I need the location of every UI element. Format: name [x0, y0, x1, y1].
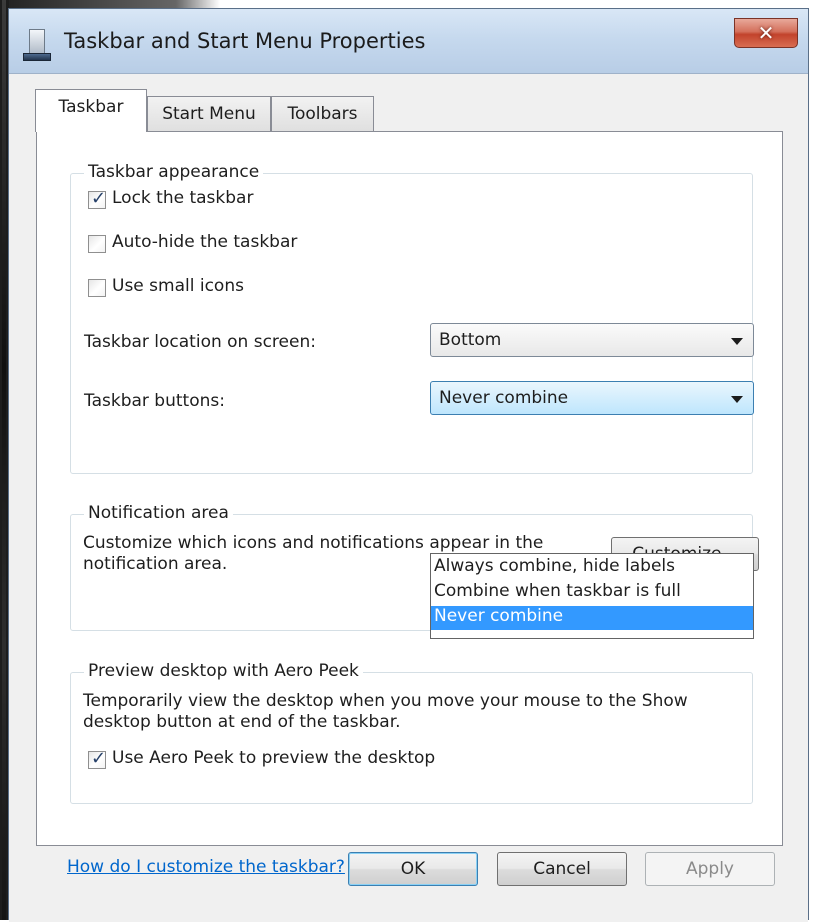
dialog-body: Start Menu Toolbars Taskbar Taskbar appe… [9, 73, 808, 922]
aero-peek-checkbox[interactable]: ✓ [88, 748, 107, 769]
window-title: Taskbar and Start Menu Properties [64, 29, 426, 53]
taskbar-buttons-label: Taskbar buttons: [84, 391, 225, 411]
small-icons-label[interactable]: Use small icons [112, 276, 244, 296]
cancel-button[interactable]: Cancel [497, 852, 627, 886]
buttons-select-value: Never combine [439, 388, 569, 408]
dropdown-option-always-combine[interactable]: Always combine, hide labels [431, 556, 753, 580]
tab-toolbars[interactable]: Toolbars [271, 96, 374, 132]
group-title-aero-peek: Preview desktop with Aero Peek [84, 661, 363, 681]
aero-peek-description: Temporarily view the desktop when you mo… [83, 691, 688, 732]
title-bar[interactable]: Taskbar and Start Menu Properties ✕ [9, 9, 808, 73]
ok-button[interactable]: OK [348, 852, 478, 886]
check-icon: ✓ [91, 188, 107, 209]
taskbar-appearance-group: Taskbar appearance ✓ Lock the taskbar Au… [70, 162, 754, 474]
taskbar-app-icon [23, 29, 53, 61]
location-select-value: Bottom [439, 330, 502, 350]
properties-window: Taskbar and Start Menu Properties ✕ Star… [8, 8, 809, 922]
tab-start-menu[interactable]: Start Menu [147, 96, 271, 132]
aero-peek-label[interactable]: Use Aero Peek to preview the desktop [112, 748, 435, 768]
location-label: Taskbar location on screen: [84, 332, 316, 352]
group-title-appearance: Taskbar appearance [84, 162, 264, 182]
tab-panel-taskbar: Taskbar appearance ✓ Lock the taskbar Au… [36, 131, 783, 877]
lock-taskbar-label[interactable]: Lock the taskbar [112, 188, 253, 208]
group-title-notification: Notification area [84, 503, 233, 523]
close-icon: ✕ [757, 21, 775, 45]
chevron-down-icon [731, 338, 743, 345]
help-link[interactable]: How do I customize the taskbar? [67, 857, 345, 877]
screen-top-edge [0, 0, 817, 8]
dropdown-option-combine-when-full[interactable]: Combine when taskbar is full [431, 581, 753, 605]
tab-taskbar[interactable]: Taskbar [35, 89, 147, 132]
chevron-down-icon [731, 396, 743, 403]
aero-peek-group: Preview desktop with Aero Peek Temporari… [70, 661, 753, 804]
taskbar-buttons-dropdown: Always combine, hide labels Combine when… [430, 553, 754, 639]
taskbar-buttons-select[interactable]: Never combine [430, 381, 754, 415]
close-button[interactable]: ✕ [734, 18, 798, 48]
auto-hide-checkbox[interactable] [88, 235, 106, 253]
lock-taskbar-checkbox[interactable]: ✓ [88, 188, 107, 209]
apply-button[interactable]: Apply [645, 852, 775, 886]
small-icons-checkbox[interactable] [88, 279, 106, 297]
screen-right-edge [810, 0, 817, 920]
auto-hide-label[interactable]: Auto-hide the taskbar [112, 232, 297, 252]
check-icon: ✓ [91, 748, 107, 769]
dropdown-option-never-combine[interactable]: Never combine [431, 606, 753, 630]
taskbar-location-select[interactable]: Bottom [430, 323, 754, 357]
